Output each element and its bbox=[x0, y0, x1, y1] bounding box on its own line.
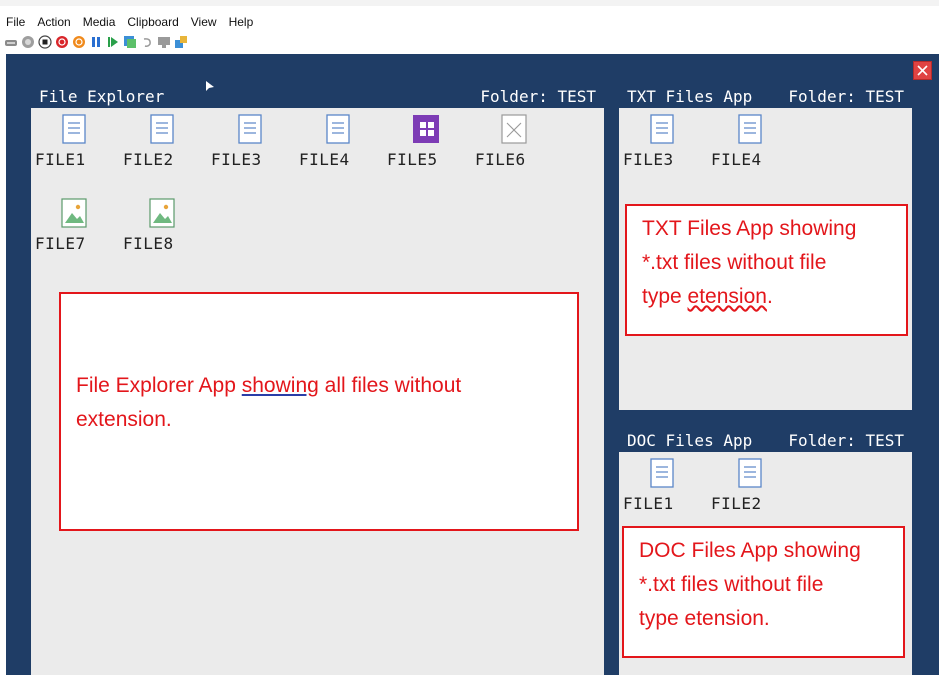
start-icon[interactable] bbox=[21, 35, 35, 49]
image-icon bbox=[61, 198, 87, 228]
annotation-line: File Explorer App showing all files with… bbox=[76, 369, 461, 403]
menu-file[interactable]: File bbox=[0, 12, 31, 32]
annotation-text: File Explorer App showing all files with… bbox=[76, 369, 461, 437]
file-item[interactable]: FILE1 bbox=[31, 110, 119, 170]
annotation-segment: File Explorer App bbox=[76, 374, 242, 397]
share-icon[interactable] bbox=[174, 35, 188, 49]
broken-file-icon bbox=[501, 114, 527, 144]
file-name: FILE3 bbox=[211, 150, 262, 169]
document-icon bbox=[650, 458, 674, 488]
file-item[interactable]: FILE4 bbox=[295, 110, 383, 170]
file-item[interactable]: FILE2 bbox=[707, 454, 795, 514]
close-icon bbox=[917, 65, 928, 76]
annotation-file-explorer: File Explorer App showing all files with… bbox=[59, 292, 579, 531]
file-item[interactable]: FILE3 bbox=[619, 110, 707, 170]
annotation-line: *.txt files without file bbox=[639, 573, 824, 596]
annotation-text: TXT Files App showing *.txt files withou… bbox=[642, 212, 856, 314]
file-name: FILE1 bbox=[35, 150, 86, 169]
annotation-segment: etension bbox=[687, 285, 767, 308]
menu-view[interactable]: View bbox=[185, 12, 223, 32]
file-name: FILE8 bbox=[123, 234, 174, 253]
window-top-strip bbox=[0, 0, 939, 6]
document-icon bbox=[738, 114, 762, 144]
file-name: FILE6 bbox=[475, 150, 526, 169]
annotation-segment: all files without bbox=[318, 374, 462, 397]
file-item[interactable]: FILE6 bbox=[471, 110, 559, 170]
doc-files-app-titlebar[interactable]: DOC Files App Folder: TEST bbox=[619, 428, 912, 452]
doc-files-app-title: DOC Files App bbox=[627, 431, 753, 450]
annotation-line: type etension. bbox=[639, 607, 770, 630]
file-explorer-title: File Explorer bbox=[39, 87, 165, 106]
annotation-segment: . bbox=[766, 285, 773, 308]
revert-icon[interactable] bbox=[140, 35, 154, 49]
pause-icon[interactable] bbox=[89, 35, 103, 49]
document-icon bbox=[738, 458, 762, 488]
annotation-segment: type bbox=[642, 285, 688, 308]
txt-files-app-title: TXT Files App bbox=[627, 87, 753, 106]
annotation-doc-app: DOC Files App showing *.txt files withou… bbox=[622, 526, 905, 658]
menu-help[interactable]: Help bbox=[223, 12, 260, 32]
menu-clipboard[interactable]: Clipboard bbox=[121, 12, 184, 32]
file-name: FILE5 bbox=[387, 150, 438, 169]
file-name: FILE7 bbox=[35, 234, 86, 253]
annotation-line: TXT Files App showing bbox=[642, 217, 857, 240]
ctrl-alt-del-icon[interactable] bbox=[4, 35, 18, 49]
file-item[interactable]: FILE1 bbox=[619, 454, 707, 514]
resume-icon[interactable] bbox=[106, 35, 120, 49]
file-name: FILE3 bbox=[623, 150, 674, 169]
txt-files-app-titlebar[interactable]: TXT Files App Folder: TEST bbox=[619, 84, 912, 108]
file-item[interactable]: FILE4 bbox=[707, 110, 795, 170]
document-icon bbox=[150, 114, 174, 144]
txt-files-app-folder: Folder: TEST bbox=[788, 87, 904, 106]
document-icon bbox=[62, 114, 86, 144]
menu-media[interactable]: Media bbox=[77, 12, 122, 32]
menu-bar: File Action Media Clipboard View Help bbox=[0, 12, 259, 32]
document-icon bbox=[238, 114, 262, 144]
shut-down-icon[interactable] bbox=[55, 35, 69, 49]
turn-off-icon[interactable] bbox=[38, 35, 52, 49]
toolbar bbox=[4, 33, 188, 51]
file-explorer-titlebar[interactable]: File Explorer Folder: TEST bbox=[31, 84, 604, 108]
file-item[interactable]: FILE5 bbox=[383, 110, 471, 170]
document-icon bbox=[650, 114, 674, 144]
file-name: FILE1 bbox=[623, 494, 674, 513]
annotation-segment: showing bbox=[241, 374, 319, 397]
image-icon bbox=[149, 198, 175, 228]
annotation-line: type etension. bbox=[642, 280, 856, 314]
menu-action[interactable]: Action bbox=[31, 12, 76, 32]
file-item[interactable]: FILE2 bbox=[119, 110, 207, 170]
document-icon bbox=[326, 114, 350, 144]
file-name: FILE2 bbox=[123, 150, 174, 169]
annotation-line: *.txt files without file bbox=[642, 251, 827, 274]
doc-files-app-folder: Folder: TEST bbox=[788, 431, 904, 450]
file-item[interactable]: FILE7 bbox=[31, 194, 119, 254]
file-item[interactable]: FILE3 bbox=[207, 110, 295, 170]
annotation-text: DOC Files App showing *.txt files withou… bbox=[639, 534, 861, 636]
app-grid-icon bbox=[413, 115, 439, 143]
mouse-cursor-icon bbox=[206, 81, 214, 91]
file-item[interactable]: FILE8 bbox=[119, 194, 207, 254]
file-name: FILE4 bbox=[711, 150, 762, 169]
annotation-line: DOC Files App showing bbox=[639, 539, 861, 562]
file-name: FILE2 bbox=[711, 494, 762, 513]
annotation-txt-app: TXT Files App showing *.txt files withou… bbox=[625, 204, 908, 336]
file-explorer-folder: Folder: TEST bbox=[480, 87, 596, 106]
close-button[interactable] bbox=[913, 61, 932, 80]
checkpoint-icon[interactable] bbox=[123, 35, 137, 49]
enhanced-session-icon[interactable] bbox=[157, 35, 171, 49]
annotation-line: extension. bbox=[76, 408, 172, 431]
file-name: FILE4 bbox=[299, 150, 350, 169]
save-state-icon[interactable] bbox=[72, 35, 86, 49]
